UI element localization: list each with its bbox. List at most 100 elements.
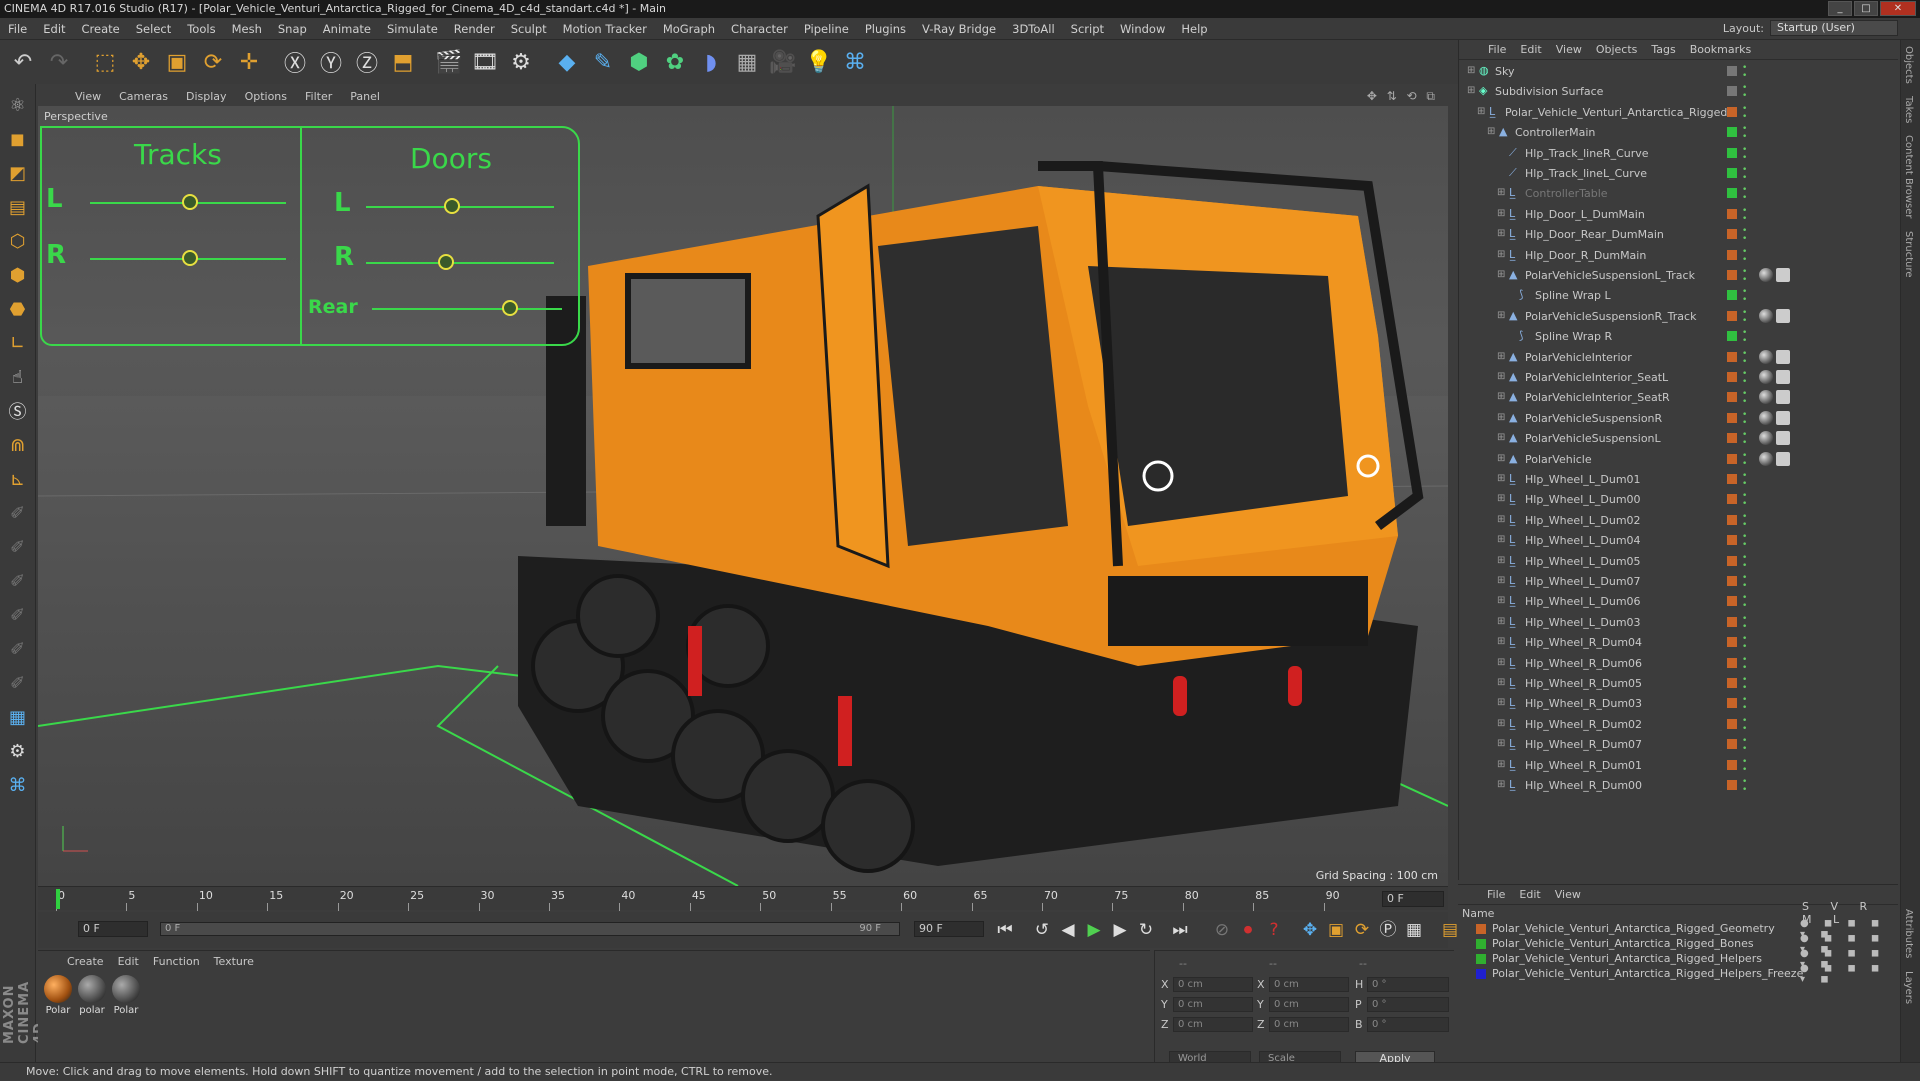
object-menu-edit[interactable]: Edit xyxy=(1513,43,1548,56)
expand-toggle-icon[interactable]: ⊞ xyxy=(1497,555,1505,566)
object-row[interactable]: ⟋ Hlp_Track_lineL_Curve • • xyxy=(1459,164,1899,184)
axis-lock-icon[interactable]: ⊾ xyxy=(3,464,33,494)
side-tab-takes[interactable]: Takes xyxy=(1901,90,1916,129)
visibility-dots-icon[interactable]: • • xyxy=(1742,227,1747,244)
close-button[interactable]: ✕ xyxy=(1880,1,1916,16)
expand-toggle-icon[interactable]: ⊞ xyxy=(1497,412,1505,423)
knife-icon[interactable]: ✐ xyxy=(3,532,33,562)
layer-color-tag[interactable] xyxy=(1727,310,1737,321)
material-item[interactable]: Polar xyxy=(44,975,72,1016)
expand-toggle-icon[interactable]: ⊞ xyxy=(1497,269,1505,280)
menu-render[interactable]: Render xyxy=(446,22,503,36)
size-y-field[interactable]: 0 cm xyxy=(1269,997,1349,1012)
size-x-field[interactable]: 0 cm xyxy=(1269,977,1349,992)
expand-toggle-icon[interactable]: ⊞ xyxy=(1497,697,1505,708)
visibility-dots-icon[interactable]: • • xyxy=(1742,635,1747,652)
coordinate-system-icon[interactable]: ⬒ xyxy=(386,45,420,79)
menu-3dtoall[interactable]: 3DToAll xyxy=(1004,22,1063,36)
object-row[interactable]: ⊞ L̲ Hlp_Wheel_R_Dum02 • • xyxy=(1459,715,1899,735)
viewport-menu-cameras[interactable]: Cameras xyxy=(110,90,177,103)
layer-color-tag[interactable] xyxy=(1727,474,1737,484)
object-menu-view[interactable]: View xyxy=(1549,43,1589,56)
layer-color-tag[interactable] xyxy=(1727,678,1737,688)
door-l-knob[interactable] xyxy=(444,198,460,214)
visibility-dots-icon[interactable]: • • xyxy=(1742,206,1747,223)
layer-color-tag[interactable] xyxy=(1727,372,1737,382)
menu-pipeline[interactable]: Pipeline xyxy=(796,22,857,36)
layer-color-tag[interactable] xyxy=(1727,168,1737,178)
expand-toggle-icon[interactable]: ⊞ xyxy=(1497,575,1505,586)
menu-file[interactable]: File xyxy=(0,22,35,36)
snap-icon[interactable]: Ⓢ xyxy=(3,396,33,426)
layer-color-tag[interactable] xyxy=(1727,555,1737,566)
object-row[interactable]: ⟋ Hlp_Track_lineR_Curve • • xyxy=(1459,144,1899,164)
y-axis-icon[interactable]: Ⓨ xyxy=(314,45,348,79)
texture-mode-icon[interactable]: ◩ xyxy=(3,158,33,188)
layer-color-tag[interactable] xyxy=(1727,127,1737,138)
expand-toggle-icon[interactable]: ⊞ xyxy=(1497,514,1505,525)
expand-toggle-icon[interactable]: ⊞ xyxy=(1497,534,1505,545)
scale-key-icon[interactable]: ▣ xyxy=(1324,918,1348,942)
cube-icon[interactable]: ◆ xyxy=(550,45,584,79)
visibility-dots-icon[interactable]: • • xyxy=(1742,186,1747,203)
object-menu-tags[interactable]: Tags xyxy=(1644,43,1682,56)
scale-icon[interactable]: ▣ xyxy=(160,45,194,79)
layer-color-tag[interactable] xyxy=(1727,433,1737,444)
visibility-dots-icon[interactable]: • • xyxy=(1742,676,1747,693)
object-row[interactable]: ⊞ L̲ Hlp_Wheel_L_Dum03 • • xyxy=(1459,613,1899,633)
track-l-knob[interactable] xyxy=(182,194,198,210)
render-picture-viewer-icon[interactable]: 🎞 xyxy=(468,45,502,79)
tweak-mode-icon[interactable]: ☝ xyxy=(3,362,33,392)
object-row[interactable]: ⊞ L̲ Hlp_Wheel_L_Dum02 • • xyxy=(1459,511,1899,531)
object-row[interactable]: ⊞ L̲ Hlp_Door_R_DumMain • • xyxy=(1459,246,1899,266)
layer-color-tag[interactable] xyxy=(1727,249,1737,260)
go-to-start-icon[interactable]: ⏮ xyxy=(993,918,1017,942)
object-row[interactable]: ⊞ L̲ Hlp_Wheel_L_Dum07 • • xyxy=(1459,572,1899,592)
visibility-dots-icon[interactable]: • • xyxy=(1742,329,1747,346)
material-menu-texture[interactable]: Texture xyxy=(207,955,261,968)
visibility-dots-icon[interactable]: • • xyxy=(1742,84,1747,101)
rotate-icon[interactable]: ⟳ xyxy=(196,45,230,79)
light-icon[interactable]: 💡 xyxy=(802,45,836,79)
layer-flags-icons[interactable]: ● ◼ ◼ ◼ ▾ ◼ xyxy=(1800,963,1898,985)
record-active-icon[interactable]: ⊘ xyxy=(1210,918,1234,942)
material-tag-icon[interactable] xyxy=(1759,410,1773,425)
object-row[interactable]: ⊞ ▲ PolarVehicleSuspensionR • • xyxy=(1459,409,1899,429)
menu-create[interactable]: Create xyxy=(74,22,128,36)
range-slider[interactable]: 0 F 90 F xyxy=(160,922,900,936)
material-item[interactable]: polar xyxy=(78,975,106,1016)
material-menu-edit[interactable]: Edit xyxy=(111,955,146,968)
material-tag-icon[interactable] xyxy=(1759,431,1773,446)
side-tab-attributes[interactable]: Attributes xyxy=(1901,903,1916,964)
object-row[interactable]: ⊞ ▲ PolarVehicle • • xyxy=(1459,450,1899,470)
layer-menu-edit[interactable]: Edit xyxy=(1512,888,1547,901)
object-row[interactable]: ⊞ L̲ ControllerTable • • xyxy=(1459,184,1899,204)
menu-window[interactable]: Window xyxy=(1112,22,1173,36)
rotation-key-icon[interactable]: ⟳ xyxy=(1350,918,1374,942)
object-row[interactable]: ⊞ ▲ PolarVehicleInterior_SeatL • • xyxy=(1459,368,1899,388)
object-row[interactable]: ⊞ ◈ Subdivision Surface • • xyxy=(1459,82,1899,102)
grid-lock-icon[interactable]: ▦ xyxy=(3,702,33,732)
expand-toggle-icon[interactable]: ⊞ xyxy=(1467,65,1475,76)
material-item[interactable]: Polar xyxy=(112,975,140,1016)
material-tag-icon[interactable] xyxy=(1776,370,1790,384)
rot-h-field[interactable]: 0 ° xyxy=(1367,977,1449,992)
material-tag-icon[interactable] xyxy=(1776,410,1790,425)
expand-toggle-icon[interactable]: ⊞ xyxy=(1497,228,1505,239)
object-row[interactable]: ⊞ L̲ Hlp_Wheel_L_Dum00 • • xyxy=(1459,490,1899,510)
expand-toggle-icon[interactable]: ⊞ xyxy=(1497,738,1505,749)
timeline-ruler[interactable]: 0 5 10 15 20 25 30 35 40 45 50 55 60 65 70 75 80 85 90 0 F xyxy=(38,886,1448,911)
expand-toggle-icon[interactable]: ⊞ xyxy=(1497,310,1505,321)
visibility-dots-icon[interactable]: • • xyxy=(1742,472,1747,489)
side-tab-layers[interactable]: Layers xyxy=(1901,965,1916,1010)
expand-toggle-icon[interactable]: ⊞ xyxy=(1477,106,1485,117)
visibility-dots-icon[interactable]: • • xyxy=(1742,349,1747,366)
layout-dropdown[interactable]: Startup (User) xyxy=(1770,20,1898,36)
layer-color-tag[interactable] xyxy=(1727,147,1737,158)
expand-toggle-icon[interactable]: ⊞ xyxy=(1497,595,1505,606)
layer-color-swatch[interactable] xyxy=(1476,923,1486,934)
expand-toggle-icon[interactable]: ⊞ xyxy=(1497,208,1505,219)
model-mode-icon[interactable]: ◼ xyxy=(3,124,33,154)
visibility-dots-icon[interactable]: • • xyxy=(1742,594,1747,611)
expand-toggle-icon[interactable]: ⊞ xyxy=(1497,718,1505,729)
